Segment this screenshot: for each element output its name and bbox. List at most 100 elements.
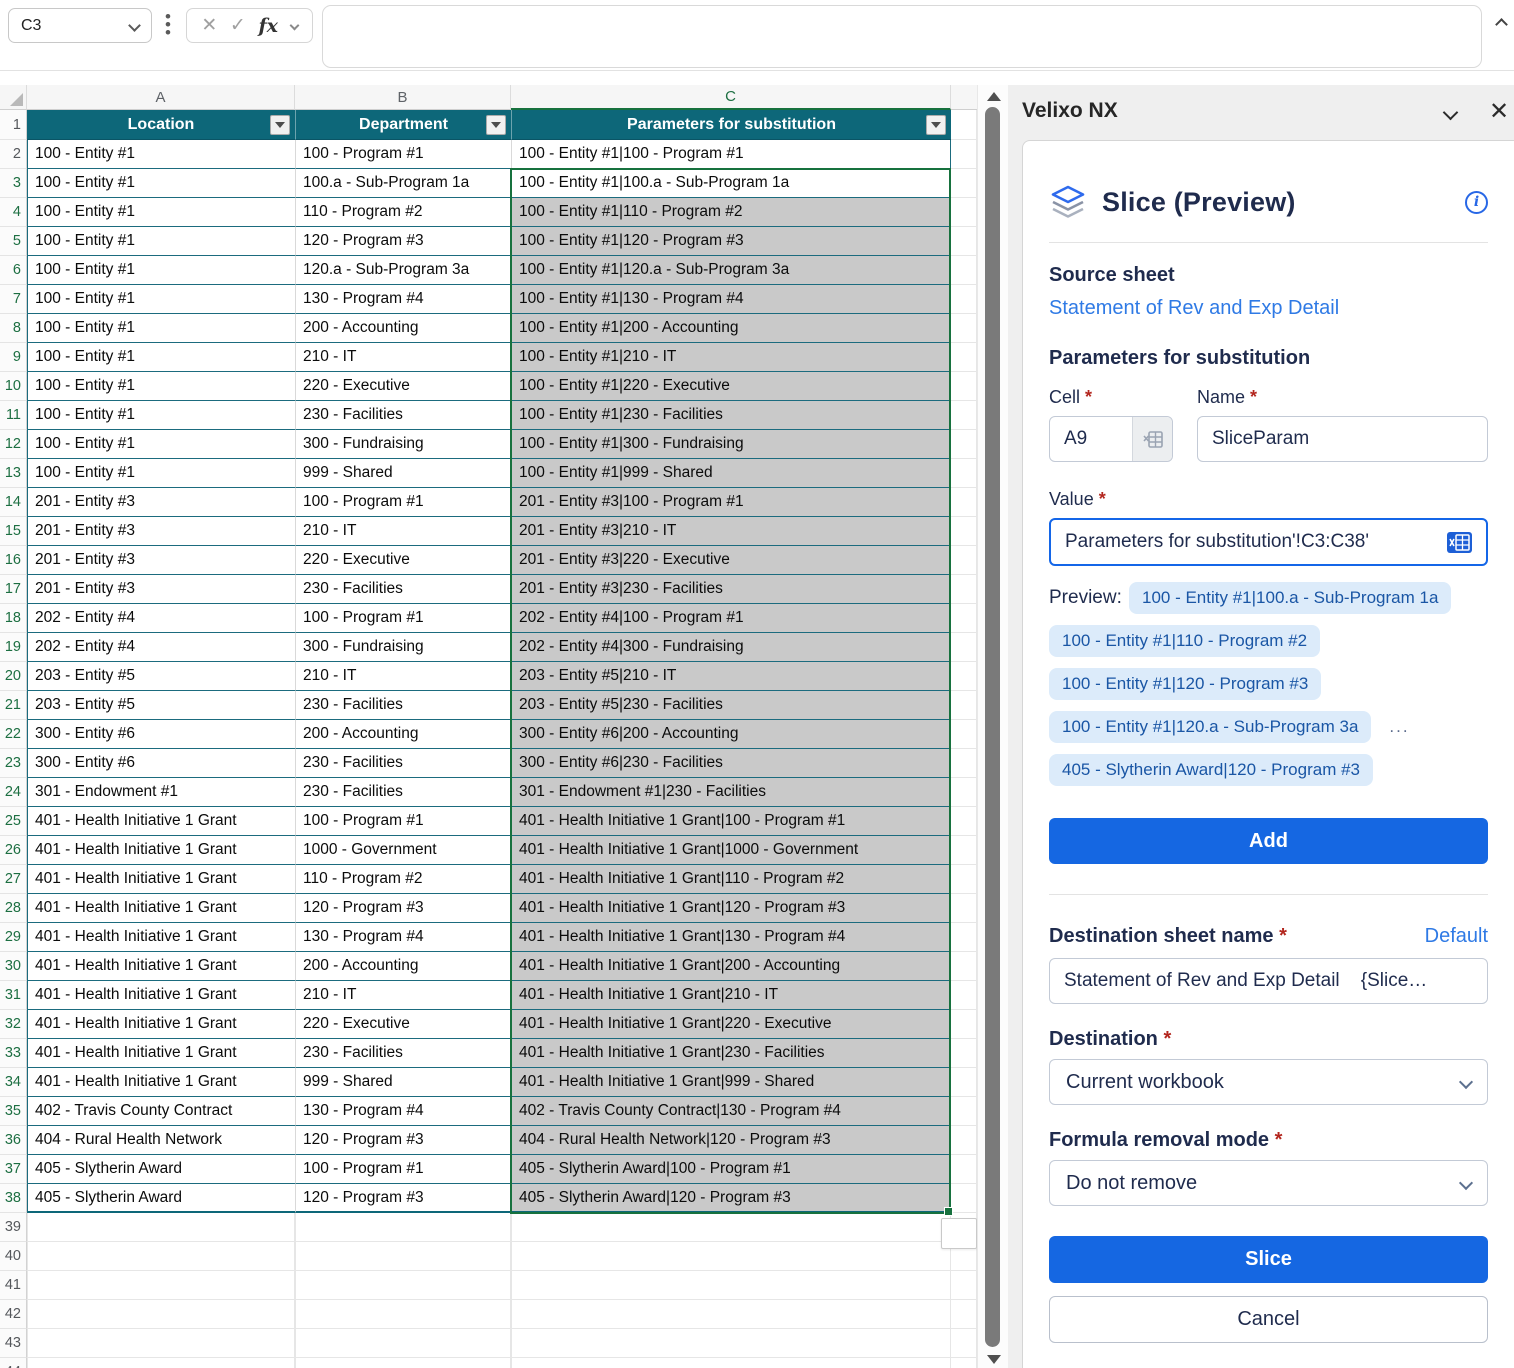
cell-department[interactable]: 100 - Program #1 [295,604,511,633]
row-number[interactable]: 3 [0,169,27,198]
cell-location[interactable]: 402 - Travis County Contract [27,1097,295,1126]
cell-parameters[interactable]: 401 - Health Initiative 1 Grant|110 - Pr… [511,865,951,894]
cell-empty[interactable] [951,836,977,865]
cell-location[interactable]: 401 - Health Initiative 1 Grant [27,807,295,836]
cell-parameters[interactable]: 401 - Health Initiative 1 Grant|210 - IT [511,981,951,1010]
row-number[interactable]: 26 [0,836,27,865]
cell-empty[interactable] [951,256,977,285]
cell-department[interactable]: 999 - Shared [295,459,511,488]
cell-empty[interactable] [295,1213,511,1242]
vertical-scrollbar[interactable] [977,85,1008,1368]
cell-parameters[interactable]: 402 - Travis County Contract|130 - Progr… [511,1097,951,1126]
cell-empty[interactable] [951,488,977,517]
cell-location[interactable]: 401 - Health Initiative 1 Grant [27,1039,295,1068]
cell-department[interactable]: 230 - Facilities [295,749,511,778]
cell-parameters[interactable]: 201 - Entity #3|220 - Executive [511,546,951,575]
cell-parameters[interactable]: 401 - Health Initiative 1 Grant|100 - Pr… [511,807,951,836]
filter-dropdown-icon[interactable] [486,115,506,135]
cell-parameters[interactable]: 100 - Entity #1|110 - Program #2 [511,198,951,227]
cell-empty[interactable] [951,198,977,227]
cell-empty[interactable] [295,1358,511,1368]
cell-department[interactable]: 130 - Program #4 [295,285,511,314]
cell-parameters[interactable]: 201 - Entity #3|100 - Program #1 [511,488,951,517]
row-number[interactable]: 37 [0,1155,27,1184]
cell-empty[interactable] [951,285,977,314]
cell-empty[interactable] [951,1010,977,1039]
cell-parameters[interactable]: 301 - Endowment #1|230 - Facilities [511,778,951,807]
cell-location[interactable]: 100 - Entity #1 [27,459,295,488]
cell-location[interactable]: 401 - Health Initiative 1 Grant [27,1068,295,1097]
row-number[interactable]: 38 [0,1184,27,1213]
cell-parameters[interactable]: 405 - Slytherin Award|120 - Program #3 [511,1184,951,1213]
row-number[interactable]: 39 [0,1213,27,1242]
cell-location[interactable]: 404 - Rural Health Network [27,1126,295,1155]
default-link[interactable]: Default [1425,925,1488,948]
cell-location[interactable]: 203 - Entity #5 [27,662,295,691]
cell-department[interactable]: 100.a - Sub-Program 1a [295,169,511,198]
cell-parameters[interactable]: 100 - Entity #1|100 - Program #1 [511,140,951,169]
cell-empty[interactable] [951,1358,977,1368]
cell-department[interactable]: 110 - Program #2 [295,865,511,894]
filter-dropdown-icon[interactable] [270,115,290,135]
cell-empty[interactable] [951,894,977,923]
cell-empty[interactable] [27,1271,295,1300]
cell-location[interactable]: 203 - Entity #5 [27,691,295,720]
cell-empty[interactable] [951,1126,977,1155]
cell-department[interactable]: 200 - Accounting [295,314,511,343]
cell-empty[interactable] [27,1358,295,1368]
cell-empty[interactable] [951,1329,977,1358]
cell-empty[interactable] [27,1329,295,1358]
cell-department[interactable]: 999 - Shared [295,1068,511,1097]
cell-empty[interactable] [511,1271,951,1300]
cell-location[interactable]: 401 - Health Initiative 1 Grant [27,952,295,981]
cell-parameters[interactable]: 300 - Entity #6|230 - Facilities [511,749,951,778]
cell-location[interactable]: 401 - Health Initiative 1 Grant [27,923,295,952]
cell-empty[interactable] [951,865,977,894]
add-button[interactable]: Add [1049,818,1488,864]
row-number[interactable]: 43 [0,1329,27,1358]
cell-department[interactable]: 120 - Program #3 [295,1126,511,1155]
cell-department[interactable]: 120 - Program #3 [295,227,511,256]
cell-parameters[interactable]: 401 - Health Initiative 1 Grant|200 - Ac… [511,952,951,981]
cell-empty[interactable] [27,1213,295,1242]
cell-parameters[interactable]: 100 - Entity #1|210 - IT [511,343,951,372]
cell-empty[interactable] [951,227,977,256]
cell-parameters[interactable]: 202 - Entity #4|300 - Fundraising [511,633,951,662]
header-cell-location[interactable]: Location [27,110,295,140]
cell-location[interactable]: 300 - Entity #6 [27,749,295,778]
cancel-entry-icon[interactable]: ✕ [201,14,217,37]
row-number[interactable]: 2 [0,140,27,169]
cell-empty[interactable] [951,633,977,662]
cell-parameters[interactable]: 203 - Entity #5|230 - Facilities [511,691,951,720]
cell-department[interactable]: 230 - Facilities [295,575,511,604]
cell-empty[interactable] [951,604,977,633]
row-number[interactable]: 13 [0,459,27,488]
column-header-d-partial[interactable] [951,85,977,110]
row-number[interactable]: 35 [0,1097,27,1126]
row-number[interactable]: 16 [0,546,27,575]
cell-department[interactable]: 120.a - Sub-Program 3a [295,256,511,285]
row-number[interactable]: 32 [0,1010,27,1039]
cell-empty[interactable] [511,1242,951,1271]
cell-department[interactable]: 220 - Executive [295,546,511,575]
cell-parameters[interactable]: 201 - Entity #3|230 - Facilities [511,575,951,604]
row-number[interactable]: 44 [0,1358,27,1368]
cell-empty[interactable] [951,691,977,720]
cell-location[interactable]: 100 - Entity #1 [27,169,295,198]
cell-department[interactable]: 210 - IT [295,517,511,546]
cell-parameters[interactable]: 404 - Rural Health Network|120 - Program… [511,1126,951,1155]
cell-department[interactable]: 110 - Program #2 [295,198,511,227]
cell-location[interactable]: 401 - Health Initiative 1 Grant [27,865,295,894]
cell-department[interactable]: 230 - Facilities [295,401,511,430]
cell-department[interactable]: 130 - Program #4 [295,923,511,952]
cell-department[interactable]: 210 - IT [295,662,511,691]
cell-department[interactable]: 100 - Program #1 [295,140,511,169]
row-number[interactable]: 18 [0,604,27,633]
cell-empty[interactable] [951,430,977,459]
row-number[interactable]: 8 [0,314,27,343]
cell-location[interactable]: 100 - Entity #1 [27,343,295,372]
cell-department[interactable]: 220 - Executive [295,1010,511,1039]
row-number[interactable]: 1 [0,110,27,140]
cell-empty[interactable] [295,1329,511,1358]
row-number[interactable]: 6 [0,256,27,285]
